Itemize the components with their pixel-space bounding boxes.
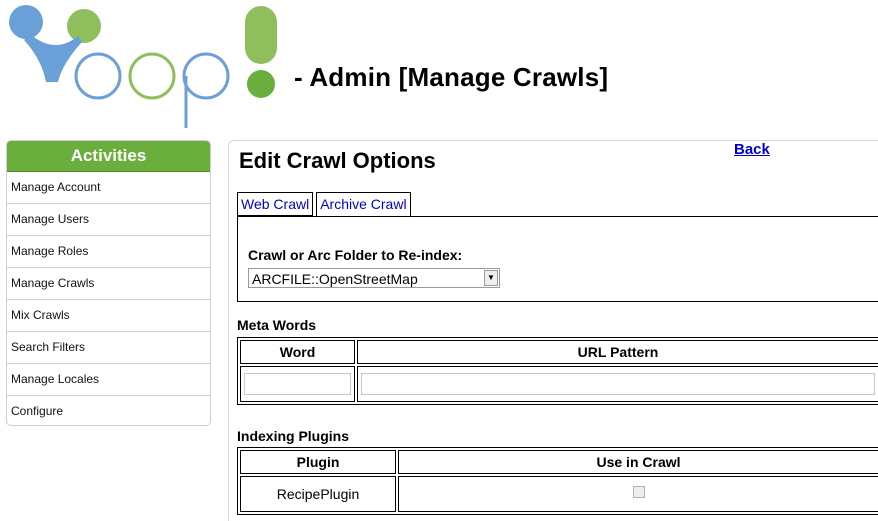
chevron-down-icon[interactable]: ▼ (484, 270, 498, 286)
meta-words-title: Meta Words (237, 317, 317, 333)
tab-web-crawl[interactable]: Web Crawl (237, 192, 314, 216)
indexing-plugins-title: Indexing Plugins (237, 428, 350, 444)
sidebar-item-manage-roles[interactable]: Manage Roles (7, 236, 210, 268)
yioop-logo (9, 5, 277, 128)
use-in-crawl-checkbox[interactable] (632, 486, 645, 498)
sidebar-item-manage-crawls[interactable]: Manage Crawls (7, 268, 210, 300)
column-header-plugin: Plugin (240, 450, 396, 474)
crawl-folder-selected-value: ARCFILE::OpenStreetMap (252, 271, 418, 287)
table-row: RecipePlugin (240, 476, 878, 512)
url-pattern-input[interactable] (361, 373, 875, 395)
back-link[interactable]: Back (734, 141, 770, 158)
meta-words-table: Word URL Pattern (237, 337, 878, 405)
column-header-use-in-crawl: Use in Crawl (398, 450, 878, 474)
column-header-url-pattern: URL Pattern (357, 340, 878, 364)
sidebar-item-mix-crawls[interactable]: Mix Crawls (7, 300, 210, 332)
activities-sidebar: Activities Manage Account Manage Users M… (6, 140, 211, 426)
tab-archive-crawl[interactable]: Archive Crawl (316, 192, 411, 217)
table-row (240, 366, 878, 402)
indexing-plugins-table: Plugin Use in Crawl RecipePlugin (237, 447, 878, 515)
sidebar-item-manage-account[interactable]: Manage Account (7, 172, 210, 204)
column-header-word: Word (240, 340, 355, 364)
page-header: - Admin [Manage Crawls] (0, 0, 878, 132)
page-title: Edit Crawl Options (239, 148, 436, 173)
sidebar-item-manage-users[interactable]: Manage Users (7, 204, 210, 236)
plugin-name: RecipePlugin (240, 476, 396, 512)
sidebar-item-manage-locales[interactable]: Manage Locales (7, 364, 210, 396)
main-panel: Edit Crawl Options Back Web Crawl Archiv… (228, 140, 878, 521)
header-title: - Admin [Manage Crawls] (294, 62, 609, 92)
crawl-tabs: Web Crawl Archive Crawl (237, 192, 414, 217)
archive-crawl-panel: Crawl or Arc Folder to Re-index: ARCFILE… (237, 216, 878, 302)
crawl-folder-label: Crawl or Arc Folder to Re-index: (248, 247, 463, 263)
crawl-folder-select[interactable]: ARCFILE::OpenStreetMap ▼ (248, 268, 500, 288)
word-input[interactable] (244, 373, 351, 395)
sidebar-title: Activities (7, 141, 210, 172)
sidebar-item-configure[interactable]: Configure (7, 396, 210, 425)
sidebar-item-search-filters[interactable]: Search Filters (7, 332, 210, 364)
